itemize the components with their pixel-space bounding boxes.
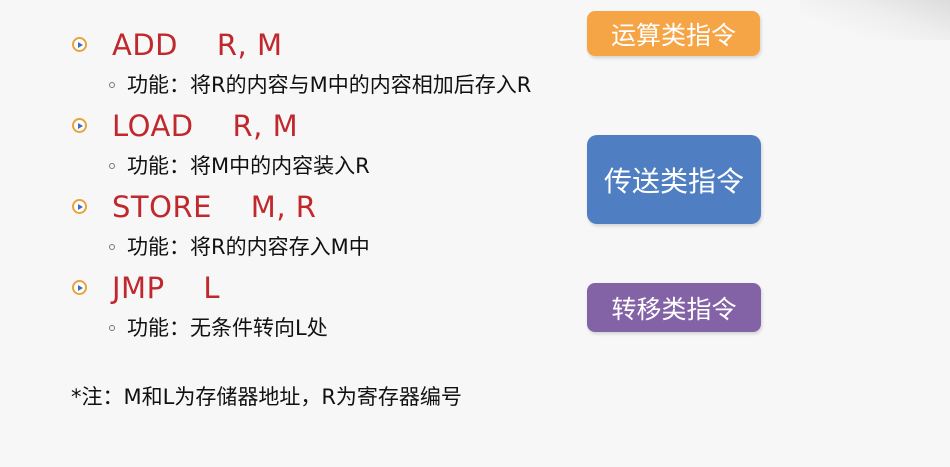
instruction-jmp: JMP L [112,271,221,305]
tag-transfer-instructions: 传送类指令 [587,135,761,224]
instruction-jmp-description: 功能：无条件转向L处 [127,316,328,340]
instruction-store-description: 功能：将R的内容存入M中 [127,235,370,259]
instruction-load: LOAD R, M [112,109,299,143]
tag-transfer-label: 传送类指令 [603,164,744,198]
play-bullet-icon [72,118,87,133]
sub-bullet-icon [109,325,115,331]
instruction-add-description: 功能：将R的内容与M中的内容相加后存入R [127,73,532,97]
instruction-store: STORE M, R [112,190,317,224]
tag-jump-label: 转移类指令 [611,294,737,324]
sub-bullet-icon [109,82,115,88]
play-bullet-icon [72,37,87,52]
tag-arithmetic-instructions: 运算类指令 [587,11,760,56]
sub-bullet-icon [109,163,115,169]
corner-decoration [800,0,950,40]
tag-arithmetic-label: 运算类指令 [610,20,736,50]
instruction-load-description: 功能：将M中的内容装入R [127,154,370,178]
play-bullet-icon [72,280,87,295]
instruction-add: ADD R, M [112,28,283,62]
sub-bullet-icon [109,244,115,250]
tag-jump-instructions: 转移类指令 [587,283,761,332]
footnote: *注：M和L为存储器地址，R为寄存器编号 [71,385,462,409]
play-bullet-icon [72,199,87,214]
slide: ADD R, M 功能：将R的内容与M中的内容相加后存入R LOAD R, M … [0,0,950,467]
